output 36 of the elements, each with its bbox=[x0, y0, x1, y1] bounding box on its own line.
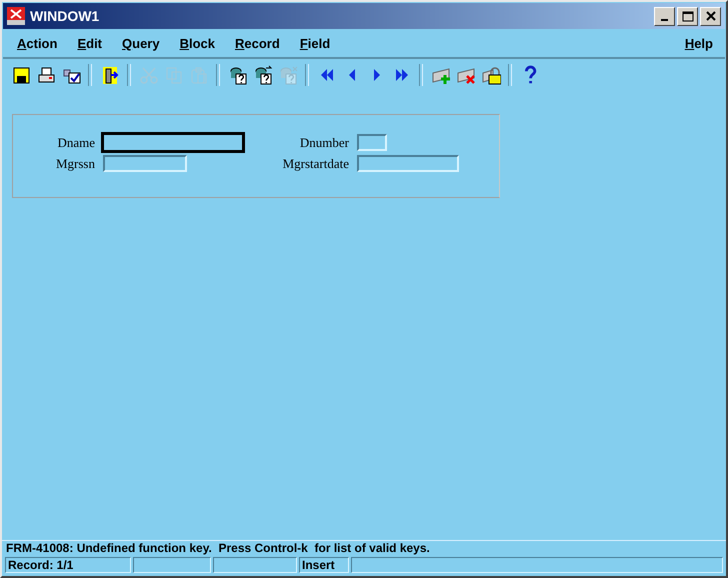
field-label: Mgrstartdate bbox=[282, 156, 349, 172]
menu-item[interactable]: Action bbox=[15, 36, 60, 50]
message-line: FRM-41008: Undefined function key. Press Control-k for list of valid keys. bbox=[2, 540, 726, 557]
database-query-icon bbox=[278, 65, 298, 85]
maximize-icon bbox=[682, 10, 694, 22]
close-button[interactable] bbox=[700, 6, 721, 26]
database-query-icon bbox=[228, 65, 248, 85]
input-field[interactable] bbox=[103, 155, 187, 172]
copy-icon bbox=[164, 65, 184, 85]
input-field[interactable] bbox=[101, 132, 245, 153]
input-field[interactable] bbox=[357, 155, 459, 172]
field-label: Dname bbox=[56, 134, 95, 150]
scissors-icon bbox=[138, 65, 158, 85]
right-arrow-icon bbox=[372, 68, 380, 82]
status-text: Record: 1/1 bbox=[5, 557, 131, 573]
minimize-button[interactable] bbox=[654, 6, 675, 26]
field-label: Dnumber bbox=[298, 134, 349, 150]
menu-item[interactable]: Record bbox=[233, 36, 282, 50]
field-label: Mgrssn bbox=[54, 156, 95, 172]
help-menu[interactable]: Help bbox=[682, 36, 715, 50]
menu-item[interactable]: Field bbox=[298, 36, 332, 50]
menu-item[interactable]: Edit bbox=[75, 36, 104, 50]
menu-item[interactable]: Block bbox=[178, 36, 218, 50]
input-field[interactable] bbox=[357, 134, 387, 151]
maximize-button[interactable] bbox=[677, 6, 698, 26]
left-arrow-icon bbox=[348, 68, 356, 82]
clipboard-icon bbox=[188, 65, 208, 85]
window-title: WINDOW1 bbox=[30, 8, 100, 24]
printer-icon bbox=[36, 65, 56, 85]
app-icon bbox=[7, 7, 25, 25]
close-icon bbox=[706, 11, 716, 21]
database-query-icon bbox=[252, 65, 272, 85]
status-text: Insert bbox=[299, 557, 349, 573]
menu-item[interactable]: Query bbox=[120, 36, 162, 50]
minimize-icon bbox=[661, 19, 668, 21]
padlock-icon bbox=[480, 65, 500, 85]
